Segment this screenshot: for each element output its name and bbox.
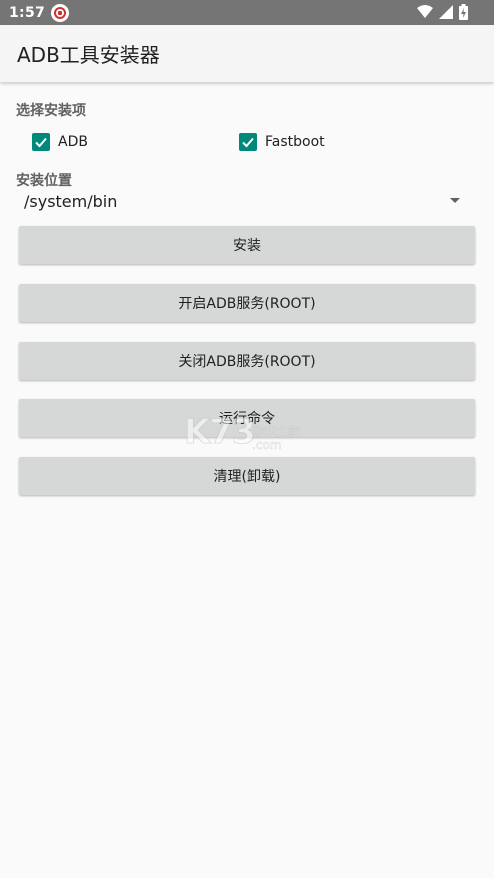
run-command-button[interactable]: 运行命令	[19, 399, 475, 437]
checkbox-checked-icon	[32, 133, 50, 151]
shield-icon	[51, 3, 70, 22]
install-items-label: 选择安装项	[16, 103, 86, 119]
install-location-value: /system/bin	[24, 191, 118, 211]
checkbox-fastboot[interactable]: Fastboot	[239, 133, 325, 151]
install-button[interactable]: 安装	[19, 226, 475, 264]
checkbox-adb[interactable]: ADB	[32, 133, 88, 151]
install-location-spinner[interactable]: /system/bin	[16, 187, 476, 215]
status-time: 1:57	[9, 4, 46, 21]
status-icons	[417, 4, 468, 20]
battery-charging-icon	[459, 4, 468, 20]
signal-icon	[439, 5, 453, 19]
checkbox-fastboot-label: Fastboot	[265, 134, 325, 150]
app-title: ADB工具安装器	[17, 43, 160, 67]
wifi-icon	[417, 5, 433, 18]
app-bar: ADB工具安装器	[0, 25, 494, 82]
watermark-domain: .com	[252, 438, 282, 453]
checkbox-adb-label: ADB	[58, 134, 88, 150]
dropdown-arrow-icon	[450, 198, 460, 203]
cleanup-uninstall-button[interactable]: 清理(卸载)	[19, 457, 475, 495]
stop-adb-service-button[interactable]: 关闭ADB服务(ROOT)	[19, 342, 475, 380]
checkbox-checked-icon	[239, 133, 257, 151]
status-bar: 1:57	[0, 0, 494, 25]
start-adb-service-button[interactable]: 开启ADB服务(ROOT)	[19, 284, 475, 322]
install-options: ADB Fastboot	[0, 133, 494, 153]
